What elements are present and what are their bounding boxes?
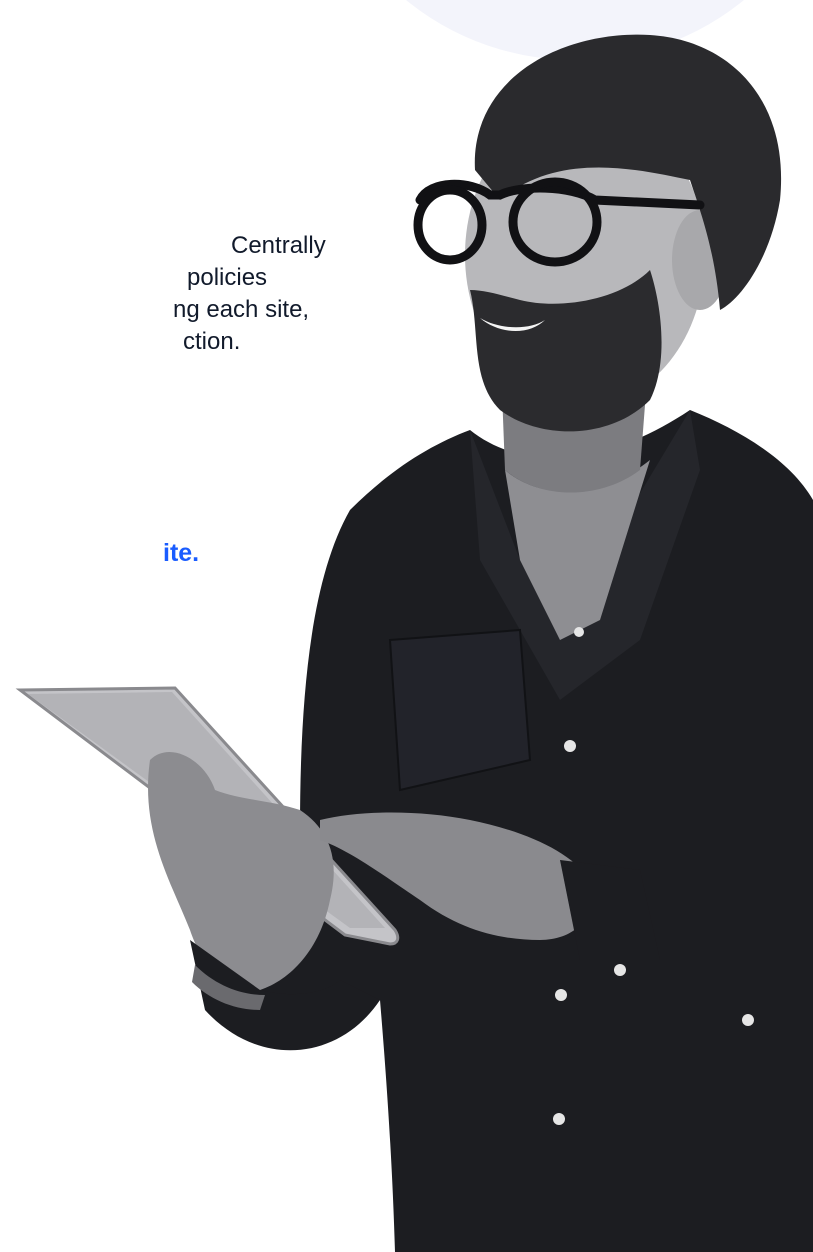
shirt-button	[564, 740, 576, 752]
shirt-button	[574, 627, 584, 637]
shirt-button	[614, 964, 626, 976]
shirt-button	[555, 989, 567, 1001]
man-with-tablet-photo	[15, 34, 813, 1252]
page: Centrally policies ng each site, ction. …	[0, 0, 813, 1252]
shirt-button	[553, 1113, 565, 1125]
shirt-button	[742, 1014, 754, 1026]
